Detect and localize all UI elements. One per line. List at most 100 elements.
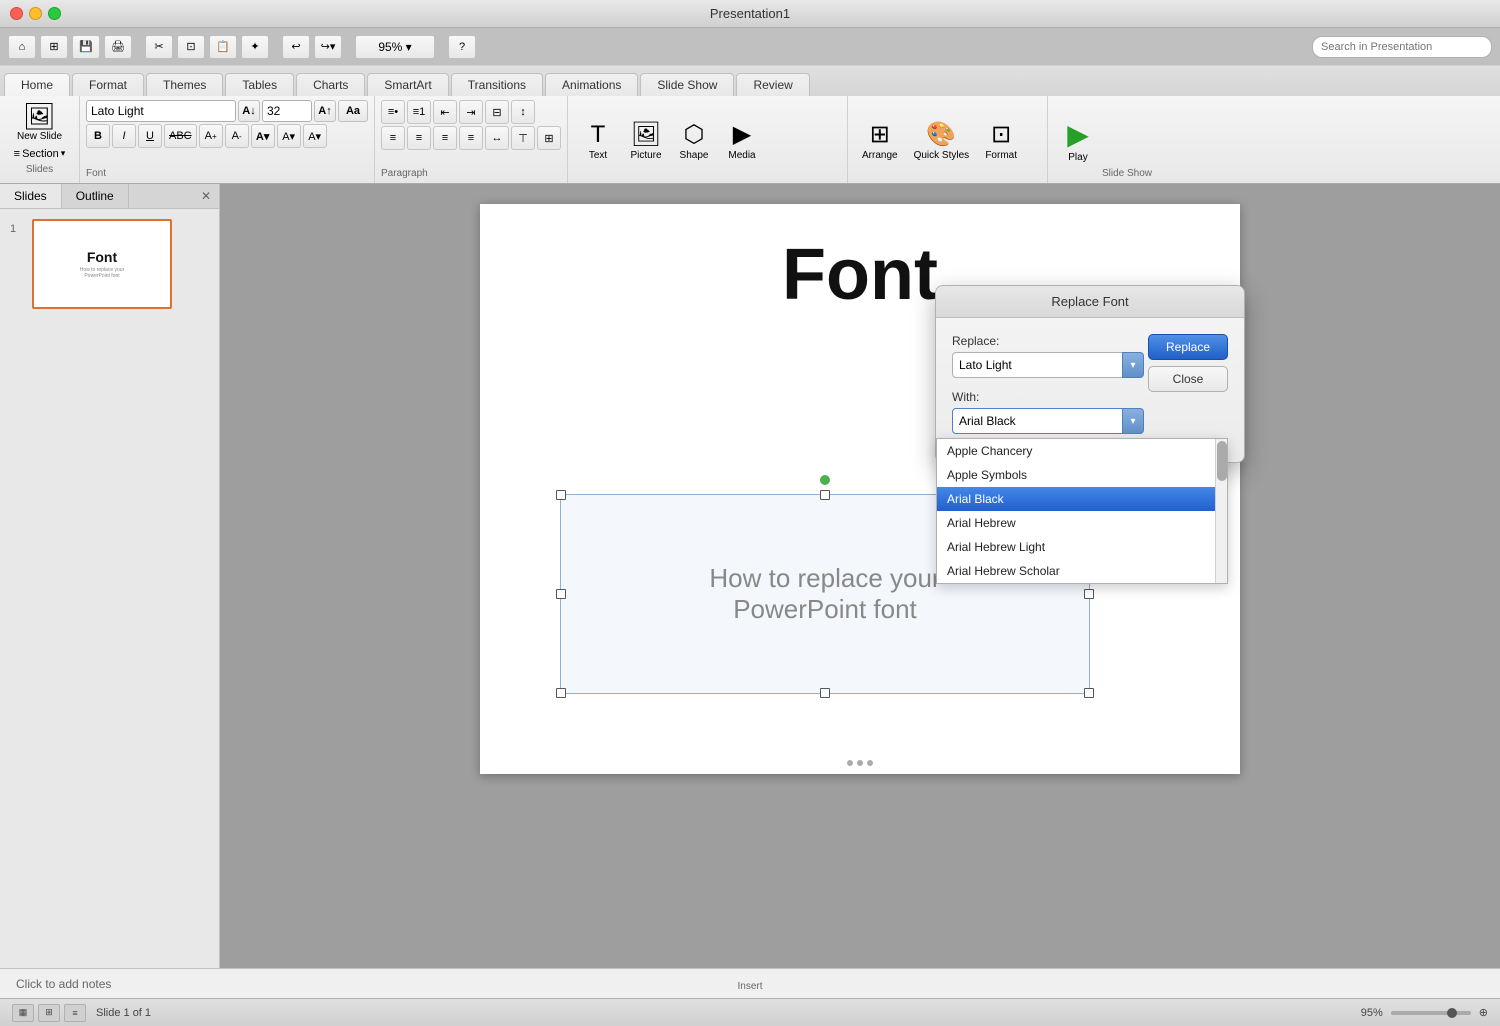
with-dropdown-arrow[interactable]: ▾ (1122, 408, 1144, 434)
qt-save-btn[interactable]: 💾 (72, 35, 100, 59)
tab-slideshow[interactable]: Slide Show (640, 73, 734, 96)
font-color-btn[interactable]: A▾ (251, 124, 275, 148)
quick-styles-icon: 🎨 (926, 122, 956, 148)
subscript-btn[interactable]: A- (225, 124, 249, 148)
normal-view-btn[interactable]: ▦ (12, 1004, 34, 1022)
handle-tl[interactable] (556, 490, 566, 500)
zoom-slider[interactable] (1391, 1011, 1471, 1015)
tab-transitions[interactable]: Transitions (451, 73, 543, 96)
tab-charts[interactable]: Charts (296, 73, 365, 96)
zoom-plus[interactable]: ⊕ (1479, 1006, 1488, 1019)
quick-styles-button[interactable]: 🎨 Quick Styles (906, 118, 978, 165)
replace-button[interactable]: Replace (1148, 334, 1228, 360)
font-dropdown[interactable]: Apple Chancery Apple Symbols Arial Black… (936, 438, 1228, 584)
outline-view-btn[interactable]: ≡ (64, 1004, 86, 1022)
minimize-button[interactable] (29, 7, 42, 20)
play-button[interactable]: ▶ Play (1054, 116, 1102, 168)
slide-dots (847, 760, 873, 766)
text-direction-btn[interactable]: ↔ (485, 126, 509, 150)
columns-btn[interactable]: ⊟ (485, 100, 509, 124)
close-button[interactable] (10, 7, 23, 20)
align-center-btn[interactable]: ≡ (407, 126, 431, 150)
qt-print-btn[interactable]: 🖨 (104, 35, 132, 59)
section-button[interactable]: ≡ Section ▾ (10, 146, 70, 162)
slide-thumb-title: Font (87, 249, 117, 265)
font-scrollbar[interactable] (1215, 439, 1227, 583)
handle-ml[interactable] (556, 589, 566, 599)
shape-button[interactable]: ⬡ Shape (670, 118, 718, 165)
superscript-btn[interactable]: A+ (199, 124, 223, 148)
slide-title: Font (782, 234, 938, 316)
status-bar: ▦ ⊞ ≡ Slide 1 of 1 95% ⊕ (0, 998, 1500, 1026)
replace-dropdown-arrow[interactable]: ▾ (1122, 352, 1144, 378)
bullet-list-btn[interactable]: ≡• (381, 100, 405, 124)
arrange-button[interactable]: ⊞ Arrange (854, 118, 906, 165)
qt-cut-btn[interactable]: ✂ (145, 35, 173, 59)
with-value: Arial Black (952, 408, 1123, 434)
picture-button[interactable]: 🖼 Picture (622, 118, 670, 165)
qt-help-btn[interactable]: ? (448, 35, 476, 59)
qt-format-btn[interactable]: ✦ (241, 35, 269, 59)
qt-zoom-btn[interactable]: 95% ▾ (355, 35, 435, 59)
decrease-indent-btn[interactable]: ⇤ (433, 100, 457, 124)
maximize-button[interactable] (48, 7, 61, 20)
clear-formatting-btn[interactable]: Aa (338, 100, 368, 122)
search-input[interactable] (1312, 36, 1492, 58)
bold-btn[interactable]: B (86, 124, 110, 148)
format-more-button[interactable]: ⊡ Format (977, 118, 1025, 165)
font-item-arial-black[interactable]: Arial Black (937, 487, 1227, 511)
new-slide-button[interactable]: 🖼 New Slide (13, 100, 66, 144)
font-item-apple-chancery[interactable]: Apple Chancery (937, 439, 1227, 463)
handle-mr[interactable] (1084, 589, 1094, 599)
qt-grid-btn[interactable]: ⊞ (40, 35, 68, 59)
media-button[interactable]: ▶ Media (718, 118, 766, 165)
zoom-thumb[interactable] (1447, 1008, 1457, 1018)
tab-smartart[interactable]: SmartArt (367, 73, 448, 96)
rotation-handle[interactable] (820, 475, 830, 485)
outline-tab[interactable]: Outline (62, 184, 129, 208)
qt-copy-btn[interactable]: ⊡ (177, 35, 205, 59)
slide-thumbnail-1[interactable]: Font How to replace yourPowerPoint font (32, 219, 172, 309)
handle-bm[interactable] (820, 688, 830, 698)
align-justify-btn[interactable]: ≡ (459, 126, 483, 150)
align-right-btn[interactable]: ≡ (433, 126, 457, 150)
font-item-arial-hebrew-light[interactable]: Arial Hebrew Light (937, 535, 1227, 559)
increase-indent-btn[interactable]: ⇥ (459, 100, 483, 124)
font-size-decrease-btn[interactable]: A↓ (238, 100, 260, 122)
font-size-input[interactable] (262, 100, 312, 122)
grid-view-btn[interactable]: ⊞ (38, 1004, 60, 1022)
font-size-increase-btn[interactable]: A↑ (314, 100, 336, 122)
font-name-input[interactable] (86, 100, 236, 122)
line-spacing-btn[interactable]: ↕ (511, 100, 535, 124)
qt-undo-btn[interactable]: ↩ (282, 35, 310, 59)
slides-panel-close[interactable]: ✕ (193, 184, 219, 208)
font-item-arial-hebrew[interactable]: Arial Hebrew (937, 511, 1227, 535)
qt-paste-btn[interactable]: 📋 (209, 35, 237, 59)
close-dialog-button[interactable]: Close (1148, 366, 1228, 392)
vert-align-btn[interactable]: ⊤ (511, 126, 535, 150)
tab-tables[interactable]: Tables (225, 73, 294, 96)
underline-btn[interactable]: U (138, 124, 162, 148)
tab-format[interactable]: Format (72, 73, 144, 96)
align-left-btn[interactable]: ≡ (381, 126, 405, 150)
handle-tm[interactable] (820, 490, 830, 500)
font-item-arial-hebrew-scholar[interactable]: Arial Hebrew Scholar (937, 559, 1227, 583)
tab-home[interactable]: Home (4, 73, 70, 96)
highlight-btn[interactable]: A▾ (277, 124, 301, 148)
replace-font-dialog[interactable]: Replace Font Replace Close Replace: Lato… (935, 285, 1245, 463)
font-item-apple-symbols[interactable]: Apple Symbols (937, 463, 1227, 487)
numbered-list-btn[interactable]: ≡1 (407, 100, 431, 124)
qt-home-btn[interactable]: ⌂ (8, 35, 36, 59)
handle-bl[interactable] (556, 688, 566, 698)
handle-br[interactable] (1084, 688, 1094, 698)
italic-btn[interactable]: I (112, 124, 136, 148)
text-button[interactable]: T Text (574, 118, 622, 165)
qt-redo-btn[interactable]: ↪▾ (314, 35, 342, 59)
tab-themes[interactable]: Themes (146, 73, 223, 96)
slides-tab[interactable]: Slides (0, 184, 62, 208)
font-glow-btn[interactable]: A▾ (303, 124, 327, 148)
tab-animations[interactable]: Animations (545, 73, 638, 96)
strikethrough-btn[interactable]: ABC (164, 124, 197, 148)
tab-review[interactable]: Review (736, 73, 809, 96)
smart-layout-btn[interactable]: ⊞ (537, 126, 561, 150)
